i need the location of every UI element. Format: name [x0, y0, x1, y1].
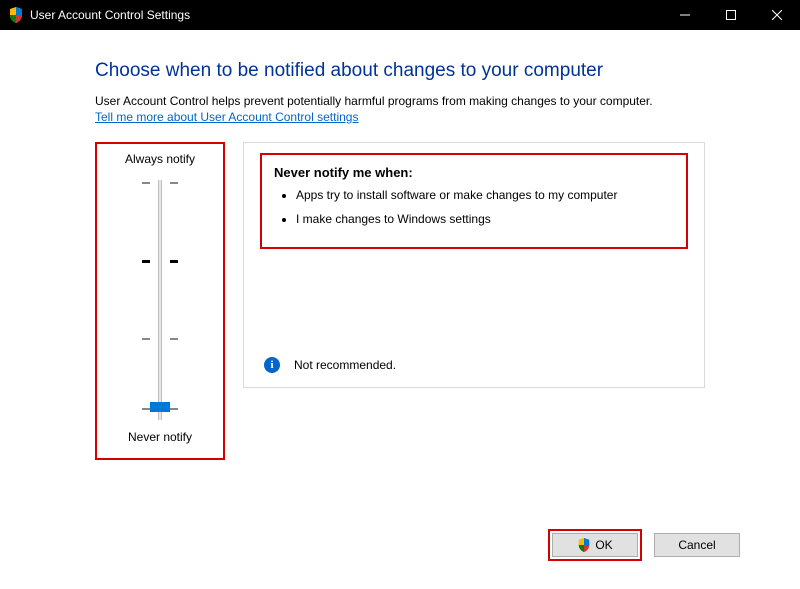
help-link[interactable]: Tell me more about User Account Control …: [95, 110, 358, 124]
close-button[interactable]: [754, 0, 800, 30]
titlebar: User Account Control Settings: [0, 0, 800, 30]
window-title: User Account Control Settings: [30, 8, 190, 22]
info-icon: i: [264, 357, 280, 373]
ok-button[interactable]: OK: [552, 533, 638, 557]
maximize-button[interactable]: [708, 0, 754, 30]
notification-description-panel: Never notify me when: Apps try to instal…: [243, 142, 705, 388]
slider-thumb[interactable]: [150, 402, 170, 412]
selected-level-title: Never notify me when:: [274, 165, 674, 180]
ok-button-highlight: OK: [548, 529, 642, 561]
window-controls: [662, 0, 800, 30]
shield-icon: [577, 538, 591, 552]
cancel-button-label: Cancel: [678, 538, 715, 552]
slider-track[interactable]: [120, 180, 200, 420]
bullet-windows-settings: I make changes to Windows settings: [296, 212, 674, 228]
cancel-button[interactable]: Cancel: [654, 533, 740, 557]
page-description: User Account Control helps prevent poten…: [95, 94, 705, 108]
slider-label-never: Never notify: [128, 430, 192, 444]
page-heading: Choose when to be notified about changes…: [95, 60, 705, 82]
shield-icon: [8, 7, 24, 23]
slider-label-always: Always notify: [125, 152, 195, 166]
selected-level-box: Never notify me when: Apps try to instal…: [260, 153, 688, 249]
notification-slider[interactable]: Always notify Never notify: [95, 142, 225, 460]
content-area: Choose when to be notified about changes…: [0, 30, 800, 460]
recommendation-text: Not recommended.: [294, 358, 396, 372]
bullet-apps-install: Apps try to install software or make cha…: [296, 188, 674, 204]
ok-button-label: OK: [595, 538, 612, 552]
dialog-buttons: OK Cancel: [548, 529, 740, 561]
recommendation-status: i Not recommended.: [264, 357, 396, 373]
minimize-button[interactable]: [662, 0, 708, 30]
